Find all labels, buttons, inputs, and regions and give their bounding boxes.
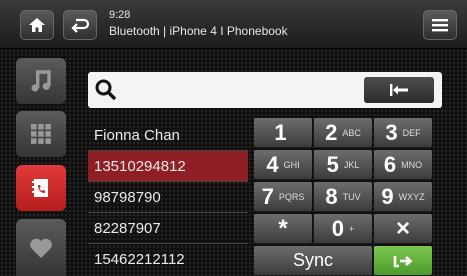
contact-item[interactable]: Fionna Chan xyxy=(88,120,248,151)
clock-time: 9:28 xyxy=(109,9,131,21)
top-bar: 9:28 Bluetooth | iPhone 4 I Phonebook xyxy=(0,0,467,49)
contact-item-selected[interactable]: 13510294812 xyxy=(88,151,248,182)
key-1[interactable]: 1 xyxy=(254,118,312,147)
sidebar-item-phonebook[interactable] xyxy=(16,165,66,211)
key-9[interactable]: 9 WXYZ xyxy=(374,182,432,211)
contact-item[interactable]: 15462212112 xyxy=(88,244,248,275)
key-5[interactable]: 5 JKL xyxy=(314,150,372,179)
phonebook-icon xyxy=(32,179,48,197)
back-icon xyxy=(71,18,90,33)
sidebar-item-apps[interactable] xyxy=(16,111,66,157)
contact-item[interactable]: 98798790 xyxy=(88,182,248,213)
menu-icon xyxy=(432,19,448,32)
menu-button[interactable] xyxy=(423,10,457,40)
call-button[interactable] xyxy=(374,246,432,275)
search-bar[interactable] xyxy=(88,72,442,108)
music-note-icon xyxy=(31,70,51,92)
sidebar-item-music[interactable] xyxy=(16,58,66,104)
key-6[interactable]: 6 MNO xyxy=(374,150,432,179)
key-3[interactable]: 3 DEF xyxy=(374,118,432,147)
grid-icon xyxy=(31,124,51,144)
contact-item[interactable]: 82287907 xyxy=(88,213,248,244)
key-8[interactable]: 8 TUV xyxy=(314,182,372,211)
call-icon xyxy=(393,255,413,267)
search-icon xyxy=(95,79,117,101)
clear-key[interactable]: × xyxy=(374,214,432,243)
home-icon xyxy=(29,18,45,32)
backspace-button[interactable] xyxy=(364,77,434,103)
home-button[interactable] xyxy=(20,10,54,40)
sidebar-item-favorites[interactable] xyxy=(16,219,66,276)
sync-button[interactable]: Sync xyxy=(254,246,372,275)
key-star[interactable]: * xyxy=(254,214,312,243)
breadcrumb: Bluetooth | iPhone 4 I Phonebook xyxy=(109,24,288,38)
back-button[interactable] xyxy=(63,10,97,40)
key-2[interactable]: 2 ABC xyxy=(314,118,372,147)
key-0[interactable]: 0 + xyxy=(314,214,372,243)
backspace-icon xyxy=(390,84,408,96)
heart-icon xyxy=(30,238,52,258)
key-4[interactable]: 4 GHI xyxy=(254,150,312,179)
key-7[interactable]: 7 PQRS xyxy=(254,182,312,211)
